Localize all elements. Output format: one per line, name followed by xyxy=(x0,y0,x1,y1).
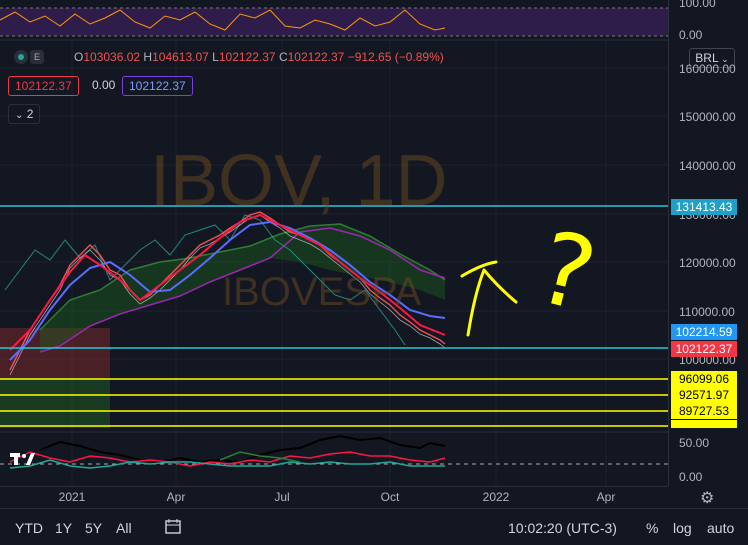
date-range-icon[interactable] xyxy=(164,518,182,539)
price-tag-resistance: 131413.43 xyxy=(671,199,737,215)
rsi-band xyxy=(0,8,668,36)
symbol-watermark: IBOV, 1D xyxy=(150,141,448,221)
eye-icon-secondary[interactable]: E xyxy=(30,50,44,64)
log-toggle[interactable]: log xyxy=(673,520,692,536)
chevron-down-icon: ⌄ xyxy=(15,110,24,121)
range-1y-button[interactable]: 1Y xyxy=(55,520,72,536)
price-tag-blue: 102214.59 xyxy=(671,324,737,340)
range-ytd-button[interactable]: YTD xyxy=(15,520,43,536)
time-axis[interactable]: 2021 Apr Jul Oct 2022 Apr ⚙ xyxy=(0,486,714,509)
reward-zone xyxy=(0,378,110,428)
indicator-value-red[interactable]: 102122.37 xyxy=(8,76,79,96)
price-tag-support-3: 89727.53 xyxy=(671,403,737,419)
indicator-value-purple[interactable]: 102122.37 xyxy=(122,76,193,96)
price-tag-support-1: 96099.06 xyxy=(671,371,737,387)
tradingview-logo[interactable] xyxy=(10,450,36,468)
eye-icon[interactable] xyxy=(14,50,28,64)
indicator-value-zero: 0.00 xyxy=(92,78,116,92)
price-tag-support-2: 92571.97 xyxy=(671,387,737,403)
settings-gear-icon[interactable]: ⚙ xyxy=(700,488,714,508)
price-tag-last: 102122.37 xyxy=(671,341,737,357)
chart-pane[interactable]: IBOV, 1D IBOVESPA ? E O103036.02 H104613… xyxy=(0,0,668,486)
visibility-toggles[interactable]: E xyxy=(14,50,54,64)
range-all-button[interactable]: All xyxy=(116,520,132,536)
name-watermark: IBOVESPA xyxy=(222,270,422,314)
hand-drawn-arrow xyxy=(460,260,518,337)
range-5y-button[interactable]: 5Y xyxy=(85,520,102,536)
clock-time[interactable]: 10:02:20 (UTC-3) xyxy=(508,520,617,536)
bottom-toolbar: YTD 1Y 5Y All 10:02:20 (UTC-3) % log aut… xyxy=(0,508,748,545)
collapse-indicators-button[interactable]: ⌄ 2 xyxy=(8,104,41,124)
auto-toggle[interactable]: auto xyxy=(707,520,734,536)
ohlc-legend: O103036.02 H104613.07 L102122.37 C102122… xyxy=(74,50,444,64)
adx-black xyxy=(39,434,446,464)
price-tag-support-4 xyxy=(671,420,737,428)
percent-toggle[interactable]: % xyxy=(646,520,658,536)
price-axis[interactable]: 100.00 0.00 BRL ⌄ 160000.00 150000.00 14… xyxy=(668,0,748,486)
